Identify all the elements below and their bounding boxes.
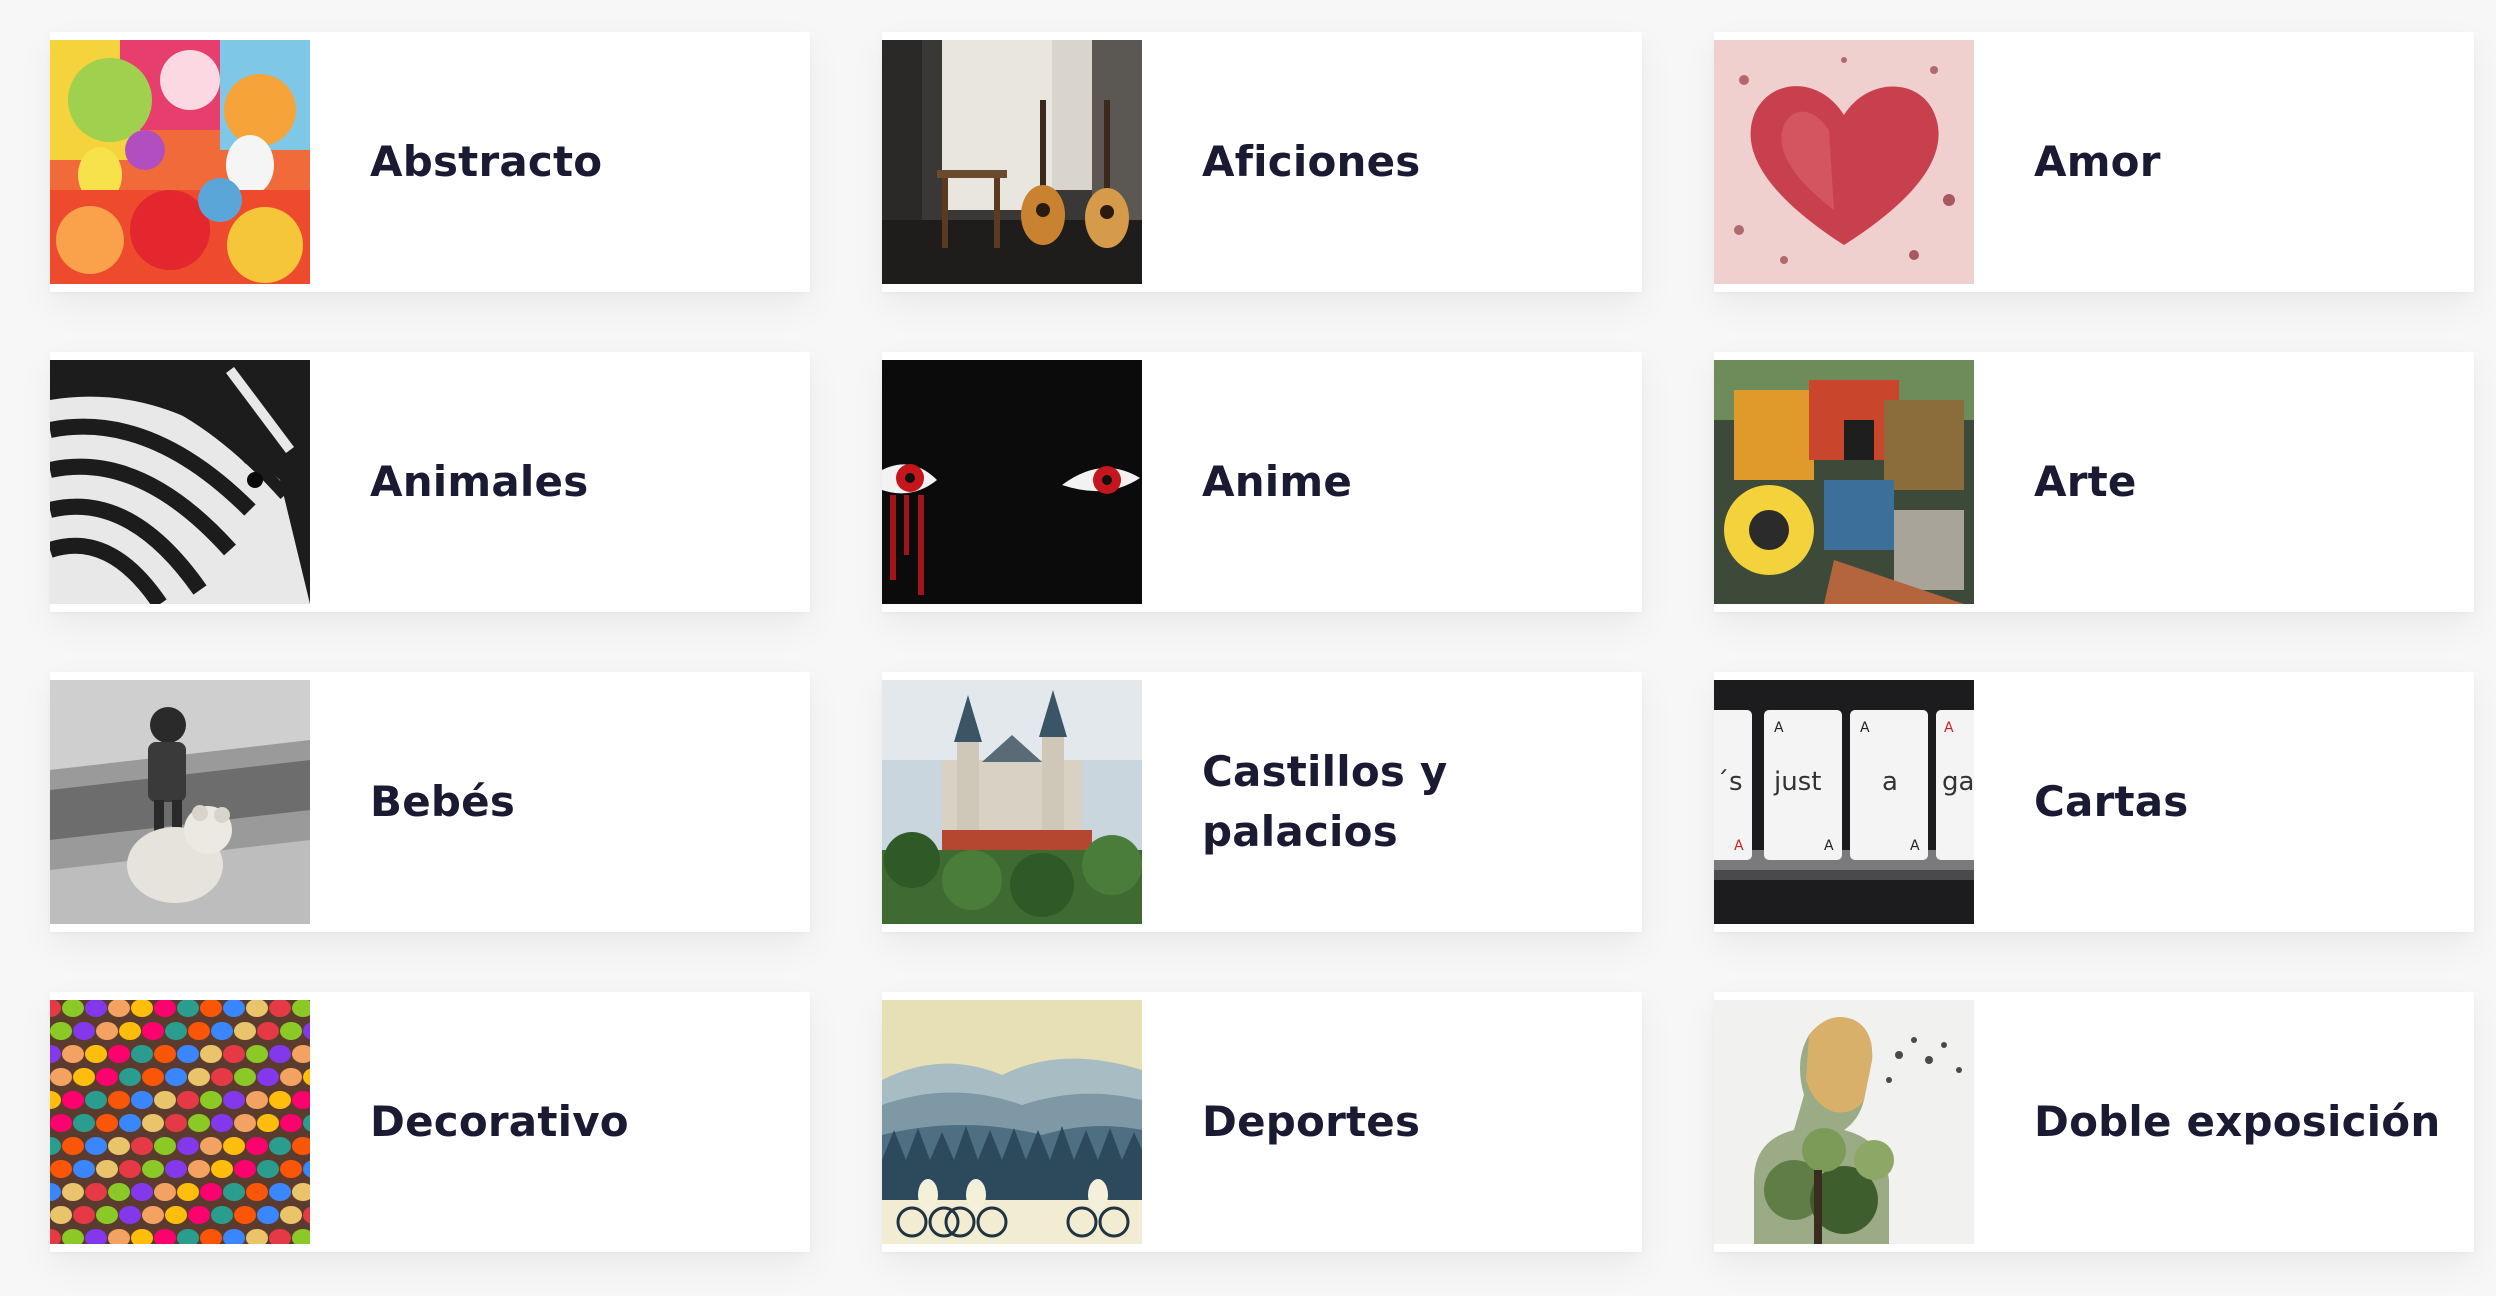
child-with-teddy-bear-thumbnail — [50, 680, 310, 924]
svg-text:A: A — [1824, 838, 1834, 854]
category-card-abstracto[interactable]: Abstracto — [50, 32, 810, 292]
category-label: Cartas — [2034, 777, 2189, 826]
category-label: Doble exposición — [2034, 1097, 2441, 1146]
category-label: Bebés — [370, 777, 516, 826]
svg-text:A: A — [1774, 720, 1784, 736]
category-label: Decorativo — [370, 1097, 629, 1146]
category-card-cartas[interactable]: A A A ´s just a gar A A A Cartas — [1714, 672, 2474, 932]
category-label: Arte — [2034, 457, 2137, 506]
double-exposure-portrait-thumbnail — [1714, 1000, 1974, 1244]
category-label: Abstracto — [370, 137, 603, 186]
card-text-4: gar — [1942, 767, 1974, 797]
guitars-room-thumbnail — [882, 40, 1142, 284]
category-label: Aficiones — [1202, 137, 1421, 186]
category-label: Castillos y palacios — [1202, 747, 1448, 856]
red-heart-thumbnail — [1714, 40, 1974, 284]
category-card-bebes[interactable]: Bebés — [50, 672, 810, 932]
category-card-decorativo[interactable]: Decorativo — [50, 992, 810, 1252]
category-card-anime[interactable]: Anime — [882, 352, 1642, 612]
category-card-amor[interactable]: Amor — [1714, 32, 2474, 292]
playing-cards-thumbnail: A A A ´s just a gar A A A — [1714, 680, 1974, 924]
category-card-deportes[interactable]: Deportes — [882, 992, 1642, 1252]
card-text-2: just — [1773, 767, 1821, 797]
category-label: Anime — [1202, 457, 1353, 506]
category-label: Deportes — [1202, 1097, 1421, 1146]
castle-thumbnail — [882, 680, 1142, 924]
category-card-animales[interactable]: Animales — [50, 352, 810, 612]
graffiti-art-thumbnail — [1714, 360, 1974, 604]
category-card-aficiones[interactable]: Aficiones — [882, 32, 1642, 292]
card-text-1: ´s — [1716, 767, 1743, 797]
svg-text:A: A — [1944, 720, 1954, 736]
svg-text:A: A — [1910, 838, 1920, 854]
category-card-castillos-y-palacios[interactable]: Castillos y palacios — [882, 672, 1642, 932]
colorful-candies-thumbnail — [50, 1000, 310, 1244]
svg-text:A: A — [1734, 838, 1744, 854]
svg-text:A: A — [1860, 720, 1870, 736]
card-text-3: a — [1882, 767, 1898, 797]
category-label: Amor — [2034, 137, 2161, 186]
category-card-arte[interactable]: Arte — [1714, 352, 2474, 612]
category-card-doble-exposicion[interactable]: Doble exposición — [1714, 992, 2474, 1252]
abstract-paint-splash-thumbnail — [50, 40, 310, 284]
category-label: Animales — [370, 457, 589, 506]
anime-eyes-thumbnail — [882, 360, 1142, 604]
cyclists-mountains-thumbnail — [882, 1000, 1142, 1244]
zebra-thumbnail — [50, 360, 310, 604]
category-grid: Abstracto Aficiones Amor Animales Anime … — [0, 0, 2496, 1296]
